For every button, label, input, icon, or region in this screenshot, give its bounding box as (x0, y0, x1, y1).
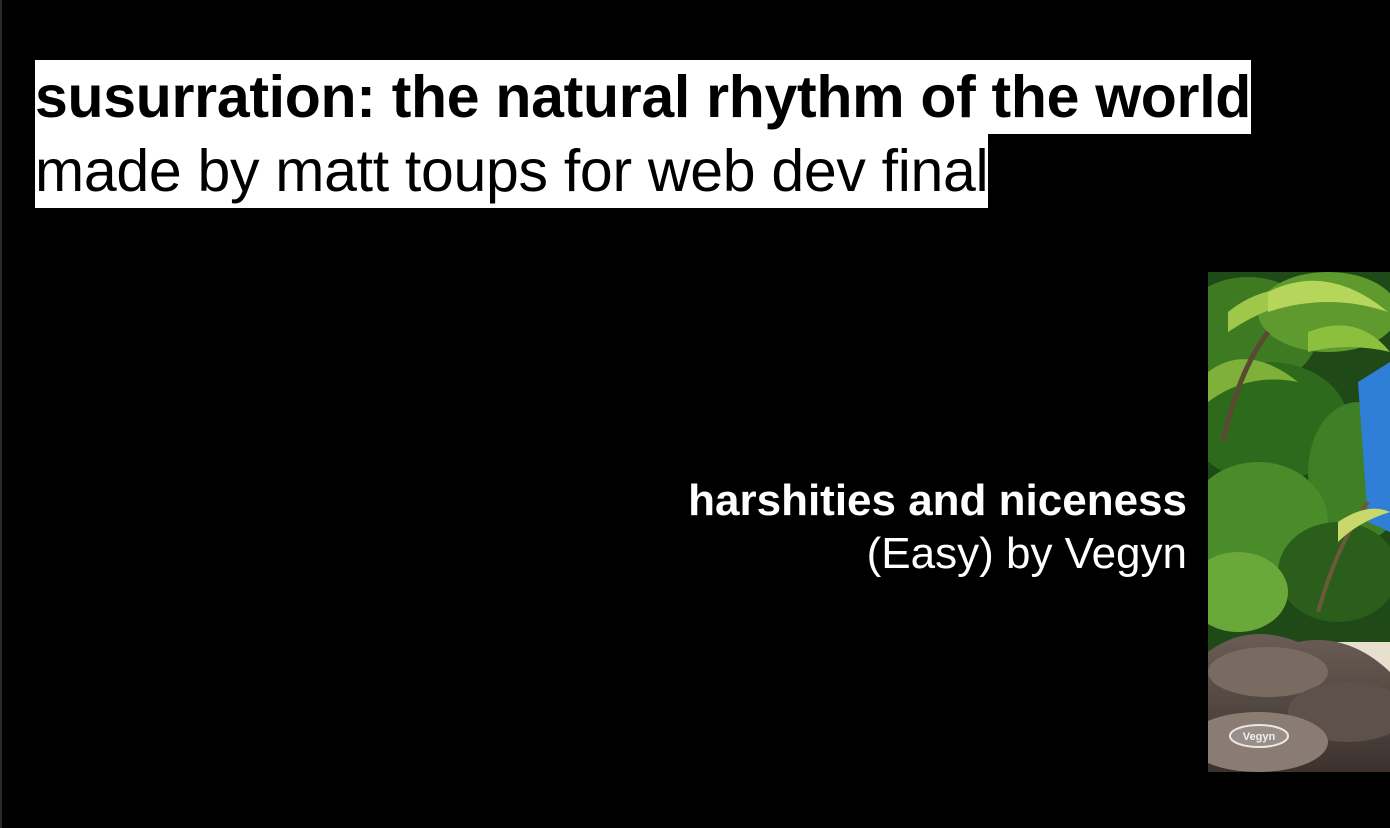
site-subtitle: made by matt toups for web dev final (35, 134, 989, 208)
window-edge (0, 0, 2, 828)
album-cover-image[interactable]: Vegyn (1208, 272, 1390, 772)
site-header: susurration: the natural rhythm of the w… (35, 60, 1251, 208)
site-title: susurration: the natural rhythm of the w… (35, 60, 1251, 134)
track-title: harshities and niceness (688, 476, 1187, 525)
page: susurration: the natural rhythm of the w… (0, 0, 1390, 828)
svg-text:Vegyn: Vegyn (1243, 731, 1276, 743)
track-artist: (Easy) by Vegyn (866, 529, 1187, 578)
now-playing-info: harshities and niceness (Easy) by Vegyn (688, 475, 1187, 581)
